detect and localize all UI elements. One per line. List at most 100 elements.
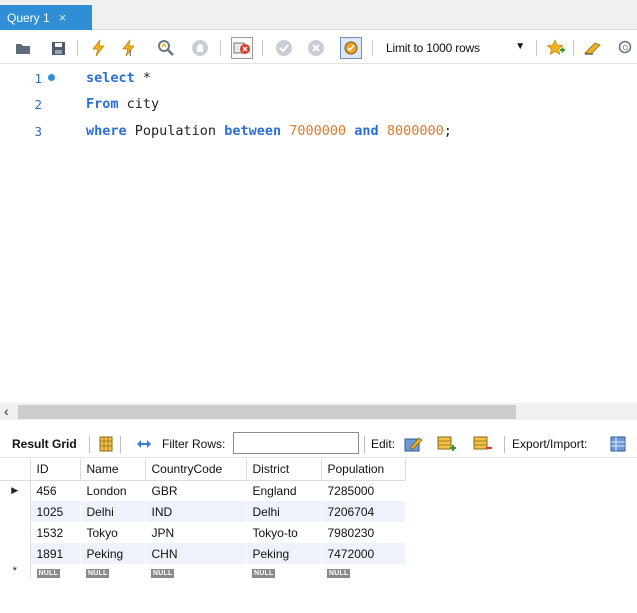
- explain-icon[interactable]: [155, 37, 177, 59]
- editor-line[interactable]: 2 From city: [0, 93, 637, 115]
- grid-cell[interactable]: 456: [30, 480, 81, 501]
- grid-cell[interactable]: JPN: [145, 522, 247, 543]
- filter-rows-label: Filter Rows:: [162, 437, 226, 451]
- row-header[interactable]: [0, 501, 31, 522]
- grid-cell[interactable]: IND: [145, 501, 247, 522]
- beautify-icon[interactable]: [582, 37, 604, 59]
- rollback-icon[interactable]: [305, 37, 327, 59]
- grid-layout-icon[interactable]: [96, 434, 116, 454]
- column-header-district[interactable]: District: [246, 459, 322, 481]
- refresh-icon[interactable]: [134, 434, 154, 454]
- grid-cell[interactable]: GBR: [145, 480, 247, 501]
- line-number: 1: [34, 70, 42, 86]
- column-header-countrycode[interactable]: CountryCode: [145, 459, 247, 481]
- row-header[interactable]: [0, 543, 31, 564]
- grid-cell[interactable]: Peking: [80, 543, 146, 564]
- grid-cell[interactable]: Delhi: [246, 501, 322, 522]
- export-import-label: Export/Import:: [512, 437, 588, 451]
- new-row-marker-icon: *: [0, 564, 31, 578]
- stop-icon[interactable]: [189, 37, 211, 59]
- editor-horizontal-scrollbar[interactable]: ‹: [0, 403, 637, 420]
- null-badge: NULL: [252, 569, 276, 578]
- null-badge: NULL: [86, 569, 110, 578]
- code-token: between: [224, 123, 282, 139]
- grid-cell-null[interactable]: NULL: [246, 564, 321, 578]
- table-row[interactable]: 1891 Peking CHN Peking 7472000: [0, 543, 406, 564]
- commit-icon[interactable]: [273, 37, 295, 59]
- autocommit-icon[interactable]: [340, 37, 362, 59]
- sql-editor[interactable]: 1 select * 2 From city 3 where Populatio…: [0, 64, 637, 400]
- column-header-population[interactable]: Population: [321, 459, 406, 481]
- grid-cell[interactable]: 1025: [30, 501, 81, 522]
- grid-cell[interactable]: London: [80, 480, 146, 501]
- limit-rows-select[interactable]: Limit to 1000 rows ▼: [380, 37, 532, 59]
- grid-cell[interactable]: Tokyo: [80, 522, 146, 543]
- tab-bar: Query 1 ×: [0, 0, 637, 30]
- delete-row-icon[interactable]: [473, 434, 493, 454]
- scrollbar-thumb[interactable]: [18, 405, 516, 419]
- grid-cell[interactable]: 7285000: [321, 480, 406, 501]
- execute-current-icon[interactable]: I: [118, 37, 140, 59]
- code-text: select *: [86, 70, 151, 86]
- export-icon[interactable]: [609, 434, 629, 454]
- grid-cell[interactable]: 7980230: [321, 522, 406, 543]
- column-header-name[interactable]: Name: [80, 459, 146, 481]
- grid-cell[interactable]: CHN: [145, 543, 247, 564]
- chevron-down-icon: ▼: [515, 41, 525, 52]
- svg-text:I: I: [129, 49, 131, 57]
- code-token: From: [86, 96, 119, 112]
- find-icon[interactable]: Q: [615, 37, 637, 59]
- line-number: 2: [34, 96, 42, 112]
- grid-cell-null[interactable]: NULL: [145, 564, 246, 578]
- tab-query-1[interactable]: Query 1 ×: [0, 5, 92, 30]
- grid-cell[interactable]: 7472000: [321, 543, 406, 564]
- folder-icon[interactable]: [12, 37, 34, 59]
- code-token: and: [354, 123, 379, 139]
- code-text: where Population between 7000000 and 800…: [86, 123, 452, 139]
- code-token: ;: [443, 123, 452, 139]
- code-token: city: [118, 96, 160, 112]
- tab-label: Query 1: [7, 10, 50, 25]
- null-badge: NULL: [151, 569, 175, 578]
- row-header[interactable]: [0, 522, 31, 543]
- table-row[interactable]: 1532 Tokyo JPN Tokyo-to 7980230: [0, 522, 406, 543]
- toolbar-separator: [262, 40, 263, 56]
- grid-cell[interactable]: 7206704: [321, 501, 406, 522]
- table-row[interactable]: 1025 Delhi IND Delhi 7206704: [0, 501, 406, 522]
- svg-text:Q: Q: [623, 44, 629, 52]
- filter-rows-input[interactable]: [233, 432, 359, 454]
- toolbar-separator: [220, 40, 221, 56]
- bookmark-icon[interactable]: [545, 37, 567, 59]
- result-grid: ID Name CountryCode District Population …: [0, 459, 406, 578]
- grid-cell[interactable]: England: [246, 480, 322, 501]
- sql-editor-toolbar: I Limit to 1000 rows ▼ Q: [0, 31, 637, 64]
- add-row-icon[interactable]: [437, 434, 457, 454]
- save-icon[interactable]: [47, 37, 69, 59]
- grid-cell-null[interactable]: NULL: [321, 564, 405, 578]
- grid-cell-null[interactable]: NULL: [30, 564, 80, 578]
- grid-cell[interactable]: Peking: [246, 543, 322, 564]
- scroll-left-arrow-icon[interactable]: ‹: [4, 403, 9, 419]
- column-header-id[interactable]: ID: [30, 459, 81, 481]
- new-row[interactable]: * NULL NULL NULL NULL NULL: [0, 564, 405, 578]
- code-text: From city: [86, 96, 159, 112]
- null-badge: NULL: [327, 569, 351, 578]
- execute-icon[interactable]: [87, 37, 109, 59]
- grid-cell[interactable]: Delhi: [80, 501, 146, 522]
- result-grid-tab[interactable]: Result Grid: [12, 437, 77, 451]
- close-icon[interactable]: ×: [59, 10, 67, 25]
- grid-cell[interactable]: 1891: [30, 543, 81, 564]
- edit-label: Edit:: [371, 437, 396, 451]
- grid-cell[interactable]: 1532: [30, 522, 81, 543]
- table-row[interactable]: ▶ 456 London GBR England 7285000: [0, 480, 406, 501]
- toggle-error-icon[interactable]: [231, 37, 253, 59]
- grid-cell[interactable]: Tokyo-to: [246, 522, 322, 543]
- editor-line[interactable]: 1 select *: [0, 67, 637, 89]
- toolbar-separator: [364, 436, 365, 453]
- code-token: select: [86, 70, 135, 86]
- grid-cell-null[interactable]: NULL: [80, 564, 145, 578]
- edit-row-icon[interactable]: [404, 434, 424, 454]
- editor-line[interactable]: 3 where Population between 7000000 and 8…: [0, 120, 637, 142]
- code-token: 8000000: [386, 123, 444, 139]
